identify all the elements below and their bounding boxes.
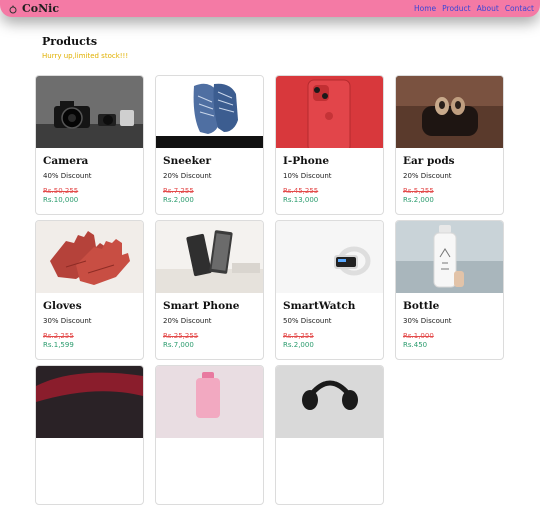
product-card-sneeker[interactable]: Sneeker 20% Discount Rs.7,255 Rs.2,000: [155, 75, 264, 215]
product-card-iphone[interactable]: I-Phone 10% Discount Rs.45,255 Rs.13,000: [275, 75, 384, 215]
product-card-smart-phone[interactable]: Smart Phone 20% Discount Rs.25,255 Rs.7,…: [155, 220, 264, 360]
product-name: Smart Phone: [163, 300, 240, 312]
product-card-smartwatch[interactable]: SmartWatch 50% Discount Rs.5,255 Rs.2,00…: [275, 220, 384, 360]
product-card-partial-2[interactable]: [155, 365, 264, 505]
nav-links: Home Product About Contact: [414, 4, 534, 13]
product-old-price: Rs.2,255: [43, 332, 74, 340]
nav-link-about[interactable]: About: [477, 4, 499, 13]
product-old-price: Rs.5,255: [403, 187, 434, 195]
nav-link-product[interactable]: Product: [442, 4, 470, 13]
product-discount: 40% Discount: [43, 172, 92, 180]
product-name: I-Phone: [283, 155, 330, 167]
product-image: [276, 366, 383, 438]
product-new-price: Rs.7,000: [163, 341, 194, 349]
product-new-price: Rs.2,000: [403, 196, 434, 204]
brand-logo-icon: [9, 4, 17, 13]
stock-note: Hurry up,limited stock!!!: [42, 52, 129, 60]
product-image: [156, 366, 263, 438]
product-card-partial-1[interactable]: [35, 365, 144, 505]
product-old-price: Rs.25,255: [163, 332, 199, 340]
smartwatch-image: [276, 221, 383, 293]
section-title: Products: [42, 35, 98, 48]
product-discount: 20% Discount: [403, 172, 452, 180]
product-card-camera[interactable]: Camera 40% Discount Rs.50,255 Rs.10,000: [35, 75, 144, 215]
product-name: Sneeker: [163, 155, 212, 167]
brand-name: CoNic: [22, 2, 60, 15]
product-card-bottle[interactable]: Bottle 30% Discount Rs.1,000 Rs.450: [395, 220, 504, 360]
product-new-price: Rs.13,000: [283, 196, 319, 204]
product-new-price: Rs.450: [403, 341, 428, 349]
product-discount: 10% Discount: [283, 172, 332, 180]
product-discount: 30% Discount: [403, 317, 452, 325]
product-name: SmartWatch: [283, 300, 356, 312]
ear-pods-image: [396, 76, 503, 148]
product-discount: 30% Discount: [43, 317, 92, 325]
product-card-partial-3[interactable]: [275, 365, 384, 505]
product-new-price: Rs.2,000: [163, 196, 194, 204]
product-new-price: Rs.1,599: [43, 341, 74, 349]
product-grid: Camera 40% Discount Rs.50,255 Rs.10,000 …: [35, 75, 504, 505]
sneeker-image: [156, 76, 263, 148]
nav-link-contact[interactable]: Contact: [505, 4, 534, 13]
product-old-price: Rs.45,255: [283, 187, 319, 195]
smart-phone-image: [156, 221, 263, 293]
nav-link-home[interactable]: Home: [414, 4, 436, 13]
camera-image: [36, 76, 143, 148]
product-image: [36, 366, 143, 438]
product-new-price: Rs.2,000: [283, 341, 314, 349]
bottle-image: [396, 221, 503, 293]
product-name: Ear pods: [403, 155, 455, 167]
gloves-image: [36, 221, 143, 293]
product-name: Bottle: [403, 300, 440, 312]
product-discount: 20% Discount: [163, 317, 212, 325]
product-name: Camera: [43, 155, 89, 167]
product-discount: 20% Discount: [163, 172, 212, 180]
product-new-price: Rs.10,000: [43, 196, 79, 204]
brand[interactable]: CoNic: [8, 2, 59, 15]
product-card-gloves[interactable]: Gloves 30% Discount Rs.2,255 Rs.1,599: [35, 220, 144, 360]
product-old-price: Rs.1,000: [403, 332, 434, 340]
product-discount: 50% Discount: [283, 317, 332, 325]
product-card-ear-pods[interactable]: Ear pods 20% Discount Rs.5,255 Rs.2,000: [395, 75, 504, 215]
product-old-price: Rs.50,255: [43, 187, 79, 195]
product-old-price: Rs.7,255: [163, 187, 194, 195]
navbar: CoNic Home Product About Contact: [0, 0, 540, 17]
iphone-image: [276, 76, 383, 148]
product-old-price: Rs.5,255: [283, 332, 314, 340]
product-name: Gloves: [43, 300, 82, 312]
